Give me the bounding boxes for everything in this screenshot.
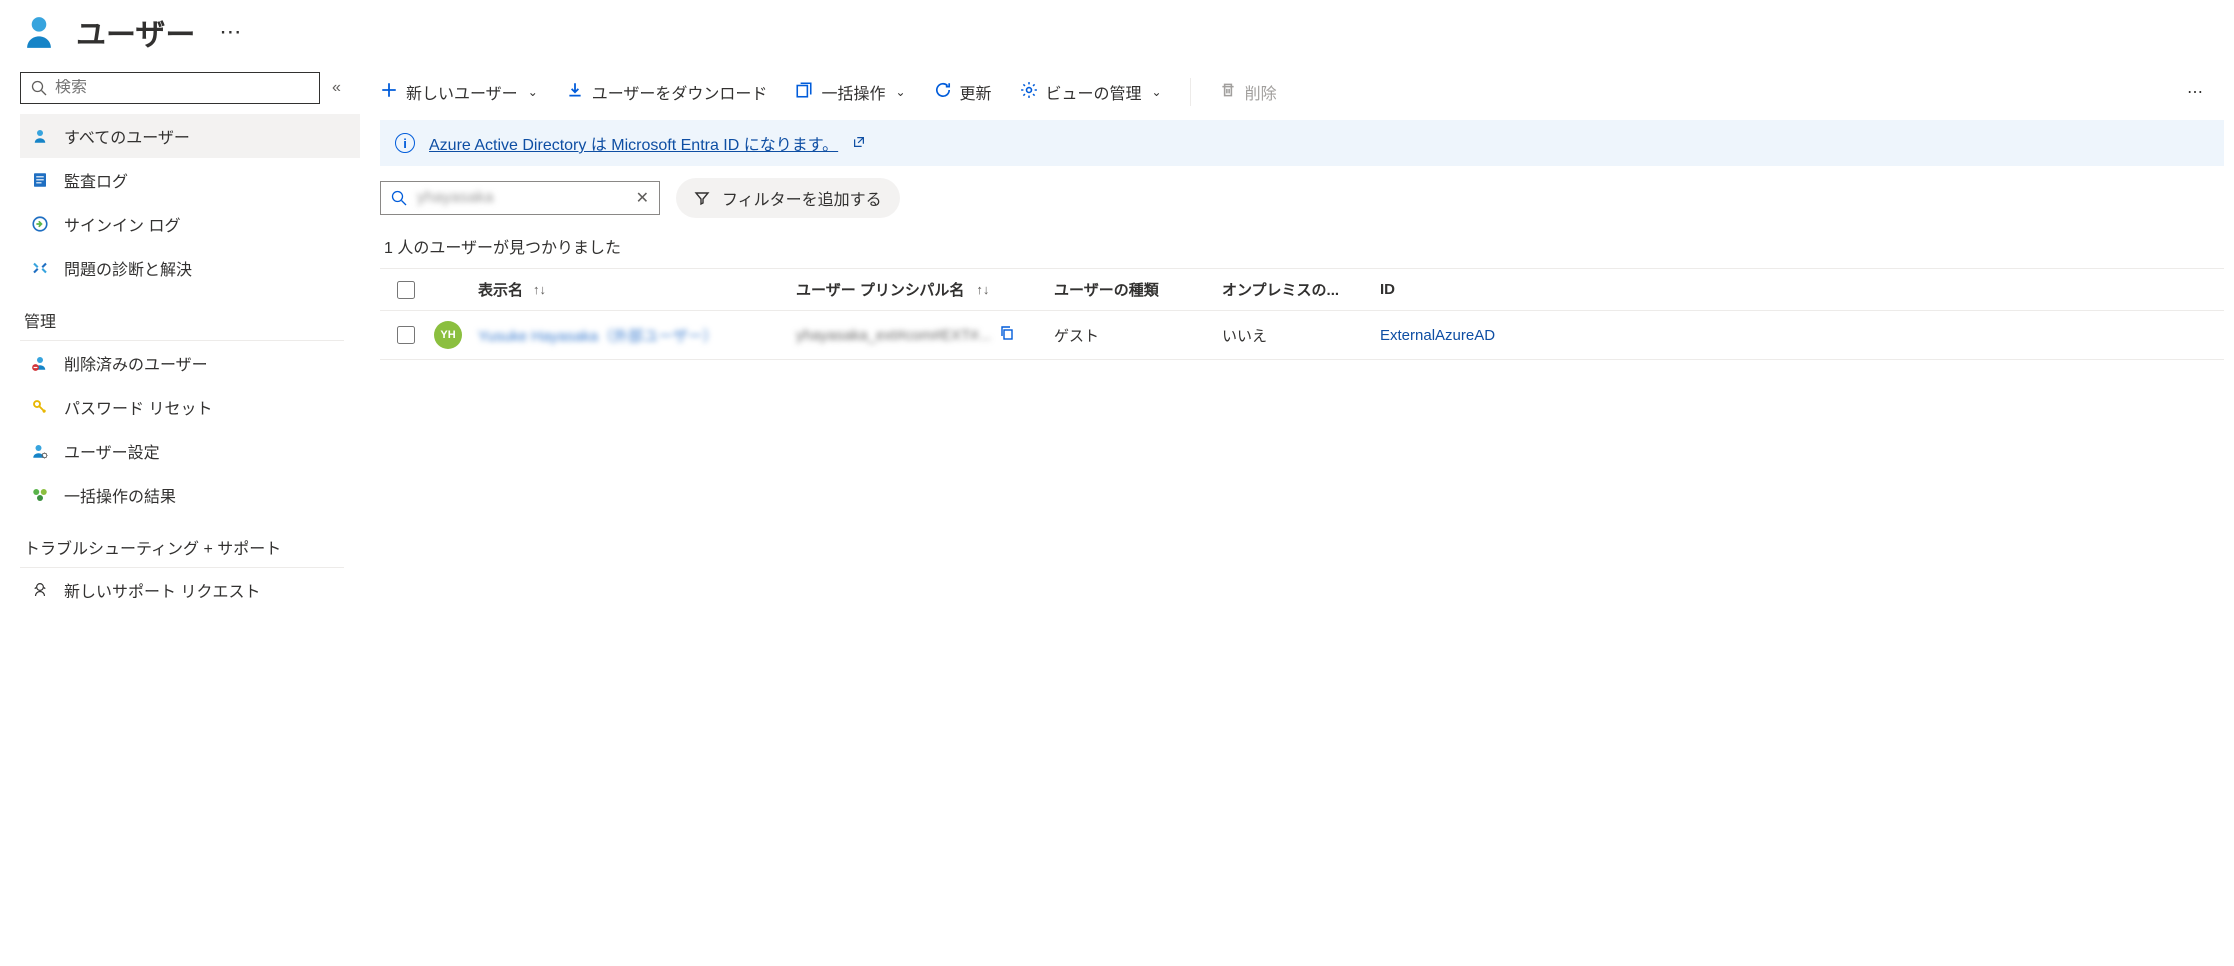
toolbar: 新しいユーザー ⌄ ユーザーをダウンロード 一括操作 ⌄ [380, 72, 2224, 120]
toolbar-new-user[interactable]: 新しいユーザー ⌄ [380, 80, 538, 104]
col-upn[interactable]: ユーザー プリンシパル名 ↑↓ [796, 279, 1046, 300]
diagnose-icon [30, 258, 50, 278]
cell-upn: yhayasaka_ext#com#EXT#... [796, 325, 1046, 345]
cell-id[interactable]: ExternalAzureAD [1380, 327, 2218, 344]
support-icon [30, 580, 50, 600]
sidebar-item-label: 一括操作の結果 [64, 483, 176, 507]
refresh-icon [934, 81, 952, 104]
sidebar-item-audit-logs[interactable]: 監査ログ [20, 158, 360, 202]
toolbar-refresh[interactable]: 更新 [934, 80, 992, 104]
users-icon [30, 126, 50, 146]
download-icon [566, 81, 584, 104]
info-icon: i [395, 133, 415, 153]
toolbar-delete: 削除 [1219, 80, 1277, 104]
toolbar-label: 新しいユーザー [406, 80, 518, 104]
row-checkbox[interactable] [386, 326, 426, 344]
chevron-down-icon: ⌄ [526, 85, 538, 99]
toolbar-label: 削除 [1245, 80, 1277, 104]
copy-icon[interactable] [999, 325, 1015, 345]
sidebar-item-all-users[interactable]: すべてのユーザー [20, 114, 360, 158]
more-icon[interactable]: ⋯ [213, 19, 242, 45]
key-icon [30, 397, 50, 417]
sidebar-item-user-settings[interactable]: ユーザー設定 [20, 429, 360, 473]
filter-label: フィルターを追加する [722, 186, 882, 210]
sidebar-item-label: サインイン ログ [64, 212, 180, 236]
sidebar-item-deleted-users[interactable]: 削除済みのユーザー [20, 341, 360, 385]
user-settings-icon [30, 441, 50, 461]
sidebar-section-support: トラブルシューティング + サポート [20, 517, 360, 567]
sidebar-item-label: 監査ログ [64, 168, 128, 192]
sidebar: « すべてのユーザー 監査ログ サインイン ログ [0, 72, 360, 612]
sidebar-item-label: ユーザー設定 [64, 439, 160, 463]
sidebar-item-label: 削除済みのユーザー [64, 351, 208, 375]
toolbar-separator [1190, 78, 1191, 106]
filter-icon [694, 190, 710, 206]
user-search-value: yhayasaka [417, 189, 626, 207]
toolbar-download-users[interactable]: ユーザーをダウンロード [566, 80, 768, 104]
table-row[interactable]: YH Yusuke Hayasaka（外部ユーザー） yhayasaka_ext… [380, 311, 2224, 360]
result-count: 1 人のユーザーが見つかりました [380, 230, 2224, 268]
sidebar-item-label: 新しいサポート リクエスト [64, 578, 260, 602]
cell-onprem: いいえ [1222, 325, 1372, 346]
trash-icon [1219, 81, 1237, 104]
sidebar-item-bulk-results[interactable]: 一括操作の結果 [20, 473, 360, 517]
chevron-down-icon: ⌄ [1150, 85, 1162, 99]
sort-icon: ↑↓ [972, 282, 989, 297]
main-content: 新しいユーザー ⌄ ユーザーをダウンロード 一括操作 ⌄ [360, 72, 2234, 360]
sidebar-item-label: すべてのユーザー [64, 124, 190, 148]
clear-search-icon[interactable]: ✕ [636, 188, 649, 208]
collapse-sidebar-icon[interactable]: « [328, 75, 345, 101]
cell-display-name[interactable]: Yusuke Hayasaka（外部ユーザー） [478, 325, 788, 346]
sidebar-search[interactable] [20, 72, 320, 104]
sidebar-item-new-support-request[interactable]: 新しいサポート リクエスト [20, 568, 360, 612]
add-filter-button[interactable]: フィルターを追加する [676, 178, 900, 218]
sidebar-item-diagnose[interactable]: 問題の診断と解決 [20, 246, 360, 290]
user-search[interactable]: yhayasaka ✕ [380, 181, 660, 215]
col-label: ユーザー プリンシパル名 [796, 279, 964, 300]
page-header: ユーザー ⋯ [0, 0, 2234, 72]
banner-link[interactable]: Azure Active Directory は Microsoft Entra… [429, 131, 838, 155]
sidebar-item-signin-logs[interactable]: サインイン ログ [20, 202, 360, 246]
plus-icon [380, 81, 398, 104]
deleted-users-icon [30, 353, 50, 373]
toolbar-label: ビューの管理 [1046, 80, 1142, 104]
search-row: yhayasaka ✕ フィルターを追加する [380, 178, 2224, 218]
toolbar-manage-view[interactable]: ビューの管理 ⌄ [1020, 80, 1162, 104]
chevron-down-icon: ⌄ [893, 85, 905, 99]
users-table: 表示名 ↑↓ ユーザー プリンシパル名 ↑↓ ユーザーの種類 オンプレミスの..… [380, 268, 2224, 360]
signin-icon [30, 214, 50, 234]
gear-icon [1020, 81, 1038, 104]
toolbar-bulk[interactable]: 一括操作 ⌄ [795, 80, 905, 104]
col-user-type[interactable]: ユーザーの種類 [1054, 279, 1214, 300]
sidebar-search-input[interactable] [55, 79, 309, 97]
user-icon [20, 13, 58, 51]
toolbar-label: 更新 [960, 80, 992, 104]
search-icon [391, 190, 407, 206]
bulk-icon [795, 81, 813, 104]
external-link-icon[interactable] [852, 135, 866, 152]
sidebar-item-label: パスワード リセット [64, 395, 212, 419]
avatar: YH [434, 321, 470, 349]
col-id[interactable]: ID [1380, 281, 2218, 298]
col-label: 表示名 [478, 279, 523, 300]
table-header-row: 表示名 ↑↓ ユーザー プリンシパル名 ↑↓ ユーザーの種類 オンプレミスの..… [380, 269, 2224, 311]
col-display-name[interactable]: 表示名 ↑↓ [478, 279, 788, 300]
select-all-checkbox[interactable] [386, 281, 426, 299]
sidebar-section-manage: 管理 [20, 290, 360, 340]
page-title: ユーザー [76, 10, 195, 54]
sort-icon: ↑↓ [529, 282, 546, 297]
cell-user-type: ゲスト [1054, 325, 1214, 346]
avatar-initials: YH [434, 321, 462, 349]
info-banner: i Azure Active Directory は Microsoft Ent… [380, 120, 2224, 166]
toolbar-overflow-icon[interactable]: ⋯ [2187, 82, 2224, 102]
sidebar-item-password-reset[interactable]: パスワード リセット [20, 385, 360, 429]
toolbar-label: ユーザーをダウンロード [592, 80, 768, 104]
sidebar-item-label: 問題の診断と解決 [64, 256, 192, 280]
audit-log-icon [30, 170, 50, 190]
bulk-results-icon [30, 485, 50, 505]
col-onprem[interactable]: オンプレミスの... [1222, 279, 1372, 300]
search-icon [31, 80, 47, 96]
toolbar-label: 一括操作 [821, 80, 885, 104]
